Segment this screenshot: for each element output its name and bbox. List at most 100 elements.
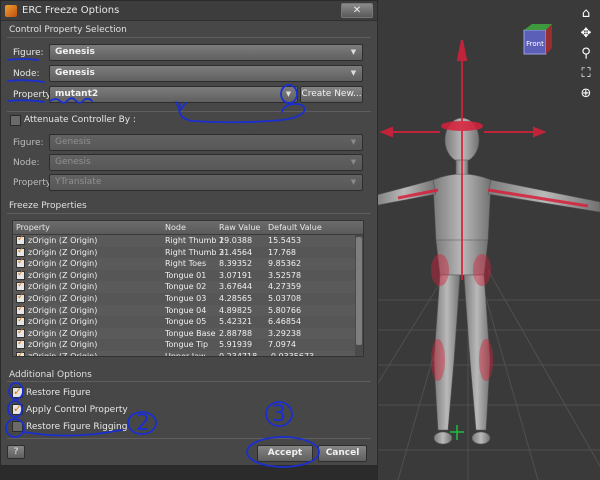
table-row[interactable]: zOrigin (Z Origin) Tongue 04 4.89825 5.8076… [13,304,363,317]
table-cell-default: 17.768 [268,247,296,257]
create-new-button[interactable]: Create New... [300,86,363,103]
table-cell-default: 3.29238 [268,328,302,338]
table-row[interactable]: zOrigin (Z Origin) Tongue Tip 5.91939 7.097… [13,338,363,351]
control-property-group-label: Control Property Selection [9,25,127,35]
table-cell-node: Tongue 05 [165,317,207,327]
dialog-title: ERC Freeze Options [22,5,120,16]
app-icon [5,4,17,17]
table-row[interactable]: zOrigin (Z Origin) Tongue 01 3.07191 3.5257… [13,269,363,282]
freeze-properties-group-label: Freeze Properties [9,201,87,211]
table-cell-node: Tongue Tip [165,340,209,350]
title-bar[interactable]: ERC Freeze Options ✕ [1,1,377,21]
table-cell-raw: 19.0388 [219,236,253,245]
row-checkbox[interactable] [16,246,25,257]
cancel-button[interactable]: Cancel [318,445,367,462]
restore-figure-label: Restore Figure [26,388,91,398]
table-cell-property: zOrigin (Z Origin) [28,259,98,269]
table-cell-node: Right Toes [165,259,207,269]
chevron-down-icon: ▼ [350,48,357,56]
column-header[interactable]: Property [16,221,50,235]
row-checkbox[interactable] [16,234,25,245]
row-checkbox[interactable] [16,315,25,327]
table-cell-default: 6.46854 [268,317,302,327]
scrollbar-thumb[interactable] [356,237,362,345]
table-cell-default: 5.03708 [268,293,302,303]
table-row[interactable]: zOrigin (Z Origin) Tongue Base2.88788 3.29… [13,327,363,340]
3d-viewport[interactable]: Front ⌂ ✥ ⚲ ⛶ ⊕ [378,0,600,480]
table-cell-node: Tongue 02 [165,282,207,292]
figure-dropdown[interactable]: Genesis ▼ [49,44,363,61]
divider [7,438,371,439]
column-header[interactable]: Default Value [268,221,322,235]
attenuate-property-value: YTranslate [55,177,102,187]
table-row[interactable]: zOrigin (Z Origin) Right Thumb 321.4564 17… [13,246,363,259]
table-row[interactable]: zOrigin (Z Origin) Tongue 03 4.28565 5.0370… [13,292,363,305]
table-cell-default: 4.27359 [268,282,302,292]
attenuate-figure-value: Genesis [55,137,91,147]
freeze-properties-table[interactable]: Property Node Raw Value Default Value zO… [12,220,364,357]
row-checkbox[interactable] [16,304,25,315]
table-row[interactable]: zOrigin (Z Origin) Upper Jaw 0.234718 -0.03… [13,350,363,357]
node-dropdown[interactable]: Genesis ▼ [49,65,363,82]
table-cell-node: Tongue Base [165,328,216,338]
attenuate-checkbox[interactable] [10,115,21,126]
apply-control-property-checkbox[interactable] [12,402,23,415]
figure-label: Figure: [13,48,44,58]
table-header: Property Node Raw Value Default Value [13,221,363,235]
chevron-down-icon: ▼ [350,158,357,166]
table-cell-node: Right Thumb 3 [165,247,225,257]
table-cell-default: -0.0335673 [268,351,315,357]
table-cell-raw: 4.28565 [219,293,253,303]
pan-icon[interactable]: ✥ [578,26,594,42]
column-header[interactable]: Raw Value [219,221,260,235]
table-row[interactable]: zOrigin (Z Origin) Right Thumb 219.0388 15… [13,234,363,247]
table-scrollbar[interactable] [355,235,363,356]
table-cell-property: zOrigin (Z Origin) [28,351,98,357]
restore-figure-checkbox[interactable] [12,385,23,398]
row-checkbox[interactable] [16,257,25,269]
frame-icon[interactable]: ⛶ [578,66,594,82]
navigation-cube[interactable]: Front [520,22,554,56]
close-button[interactable]: ✕ [341,3,373,18]
attenuate-figure-label: Figure: [13,138,44,148]
table-cell-property: zOrigin (Z Origin) [28,293,98,303]
table-cell-raw: 0.234718 [219,351,258,357]
table-cell-node: Tongue 01 [165,270,207,280]
row-checkbox[interactable] [16,280,25,292]
navcube-label: Front [526,40,544,48]
row-checkbox[interactable] [16,338,25,350]
accept-button[interactable]: Accept [257,445,313,462]
table-cell-property: zOrigin (Z Origin) [28,247,98,257]
row-checkbox[interactable] [16,350,25,356]
row-checkbox[interactable] [16,292,25,303]
table-row[interactable]: zOrigin (Z Origin) Tongue 02 3.67644 4.2735… [13,280,363,293]
table-cell-node: Upper Jaw [165,351,206,357]
divider [7,213,371,214]
table-cell-default: 7.0974 [268,340,296,350]
table-row[interactable]: zOrigin (Z Origin) Tongue 05 5.42321 6.4685… [13,315,363,328]
row-checkbox[interactable] [16,327,25,338]
restore-figure-rigging-checkbox[interactable] [12,421,23,432]
attenuate-figure-dropdown[interactable]: Genesis ▼ [49,134,363,151]
table-cell-property: zOrigin (Z Origin) [28,317,98,327]
attenuate-label: Attenuate Controller By : [24,115,136,125]
camera-menu-icon[interactable]: ⌂ [578,6,594,22]
table-cell-node: Right Thumb 2 [165,236,225,245]
viewport-scene [378,39,600,480]
divider [7,111,371,112]
table-cell-raw: 4.89825 [219,305,253,315]
reset-view-icon[interactable]: ⊕ [578,86,594,102]
restore-figure-rigging-label: Restore Figure Rigging [26,422,128,432]
zoom-icon[interactable]: ⚲ [578,46,594,62]
attenuate-node-dropdown[interactable]: Genesis ▼ [49,154,363,171]
table-cell-node: Tongue 03 [165,293,207,303]
property-dropdown[interactable]: mutant2 ▼ [49,86,298,103]
row-checkbox[interactable] [16,269,25,280]
table-row[interactable]: zOrigin (Z Origin) Right Toes 8.39352 9.853… [13,257,363,270]
column-header[interactable]: Node [165,221,186,235]
property-value: mutant2 [55,89,99,99]
attenuate-property-dropdown[interactable]: YTranslate ▼ [49,174,363,191]
attenuate-node-label: Node: [13,158,40,168]
help-button[interactable]: ? [7,445,25,459]
table-cell-default: 5.80766 [268,305,302,315]
